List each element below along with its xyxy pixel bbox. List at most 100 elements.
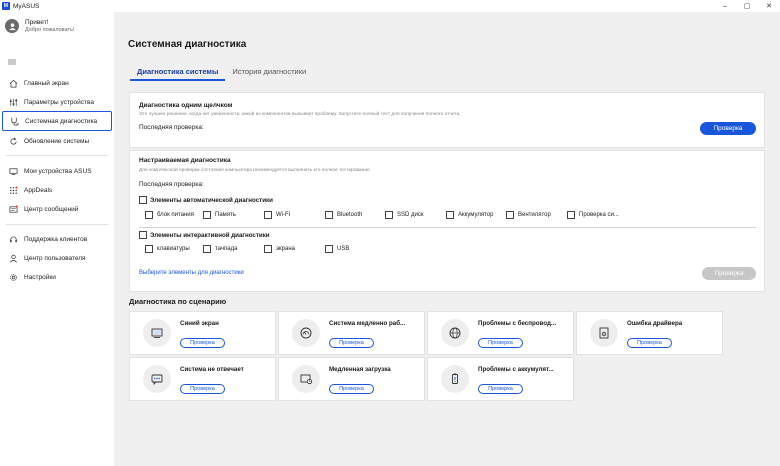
one-click-title: Диагностика одним щелчком: [139, 102, 233, 109]
auto-diagnostics-checkbox[interactable]: [139, 196, 147, 204]
main-content: Системная диагностика Диагностика систем…: [114, 12, 780, 466]
check-usb[interactable]: USB: [325, 245, 349, 253]
checkbox[interactable]: [264, 211, 272, 219]
checkbox[interactable]: [145, 211, 153, 219]
auto-diagnostics-section[interactable]: Элементы автоматической диагностики: [139, 196, 273, 204]
section-divider: [139, 227, 756, 228]
select-items-link[interactable]: Выберите элементы для диагностики: [139, 270, 244, 276]
scenario-check-button[interactable]: Проверка: [180, 338, 225, 348]
check-bluetooth[interactable]: Bluetooth: [325, 211, 362, 219]
message-icon: [8, 204, 18, 214]
check-ssd[interactable]: SSD диск: [385, 211, 423, 219]
checkbox[interactable]: [506, 211, 514, 219]
scenario-name: Проблемы с аккумулят...: [478, 366, 554, 373]
sidebar-item-home[interactable]: Главный экран: [2, 74, 112, 92]
sidebar-divider: [6, 224, 108, 225]
sidebar-item-my-devices[interactable]: Мои устройства ASUS: [2, 162, 112, 180]
checkbox[interactable]: [446, 211, 454, 219]
sidebar-item-system-diagnostics[interactable]: Системная диагностика: [2, 111, 112, 131]
headset-icon: [8, 234, 18, 244]
sidebar-divider: [6, 155, 108, 156]
checkbox[interactable]: [145, 245, 153, 253]
sidebar-item-label: Обновление системы: [24, 137, 90, 145]
check-wifi[interactable]: Wi-Fi: [264, 211, 290, 219]
check-label: Память: [215, 212, 236, 218]
sidebar: Привет! Добро пожаловать! Главный экран …: [0, 12, 114, 466]
driver-gear-icon: [590, 319, 618, 347]
checkbox[interactable]: [325, 245, 333, 253]
greeting-text: Привет!: [25, 19, 49, 26]
check-touchpad[interactable]: тачпада: [203, 245, 237, 253]
check-label: Проверка си...: [579, 212, 619, 218]
checkbox[interactable]: [325, 211, 333, 219]
checkbox[interactable]: [567, 211, 575, 219]
sidebar-item-settings[interactable]: Настройки: [2, 268, 112, 286]
title-bar: M MyASUS – ▢ ✕: [0, 0, 780, 12]
checkbox[interactable]: [203, 245, 211, 253]
maximize-button[interactable]: ▢: [736, 0, 758, 12]
sidebar-item-label: Настройки: [24, 273, 56, 281]
scenario-name: Ошибка драйвера: [627, 320, 683, 327]
scenario-card-blue-screen: Синий экран Проверка: [129, 311, 276, 355]
checkbox[interactable]: [385, 211, 393, 219]
check-label: блок питания: [157, 212, 194, 218]
window-controls: – ▢ ✕: [714, 0, 780, 12]
checkbox[interactable]: [203, 211, 211, 219]
interactive-diagnostics-section[interactable]: Элементы интерактивной диагностики: [139, 231, 270, 239]
page-title: Системная диагностика: [128, 39, 247, 50]
check-screen[interactable]: экрана: [264, 245, 295, 253]
check-label: тачпада: [215, 246, 238, 252]
refresh-icon: [8, 136, 18, 146]
minimize-button[interactable]: –: [714, 0, 736, 12]
checkbox[interactable]: [264, 245, 272, 253]
one-click-check-button[interactable]: Проверка: [700, 122, 756, 135]
sidebar-item-label: Мои устройства ASUS: [24, 167, 92, 175]
check-fan[interactable]: Вентилятор: [506, 211, 551, 219]
scenario-card-not-responding: Система не отвечает Проверка: [129, 357, 276, 401]
check-battery[interactable]: Аккумулятор: [446, 211, 493, 219]
custom-diagnostics-title: Настраиваемая диагностика: [139, 157, 231, 164]
close-button[interactable]: ✕: [758, 0, 780, 12]
check-label: Wi-Fi: [276, 212, 290, 218]
hamburger-menu-icon[interactable]: [8, 58, 16, 66]
devices-icon: [8, 166, 18, 176]
check-label: Вентилятор: [518, 212, 551, 218]
scenario-check-button[interactable]: Проверка: [478, 384, 523, 394]
sidebar-item-system-update[interactable]: Обновление системы: [2, 132, 112, 150]
settings-sliders-icon: [8, 97, 18, 107]
screen-clock-icon: [292, 365, 320, 393]
sidebar-item-message-center[interactable]: Центр сообщений: [2, 200, 112, 218]
sidebar-item-device-settings[interactable]: Параметры устройства: [2, 93, 112, 111]
check-label: USB: [337, 246, 350, 252]
interactive-diagnostics-checkbox[interactable]: [139, 231, 147, 239]
scenario-card-slow-system: Система медленно раб... Проверка: [278, 311, 425, 355]
user-profile[interactable]: Привет! Добро пожаловать!: [5, 19, 74, 33]
scenario-check-button[interactable]: Проверка: [478, 338, 523, 348]
home-icon: [8, 78, 18, 88]
interactive-diagnostics-label: Элементы интерактивной диагностики: [150, 231, 270, 239]
check-system[interactable]: Проверка си...: [567, 211, 619, 219]
tab-system-diagnostics[interactable]: Диагностика системы: [130, 67, 226, 81]
sidebar-item-label: Центр пользователя: [24, 254, 86, 262]
sidebar-item-label: AppDeals: [24, 186, 53, 194]
scenario-check-button[interactable]: Проверка: [627, 338, 672, 348]
scenario-name: Синий экран: [180, 320, 219, 327]
scenario-card-slow-boot: Медленная загрузка Проверка: [278, 357, 425, 401]
check-memory[interactable]: Память: [203, 211, 236, 219]
sidebar-item-label: Параметры устройства: [24, 98, 94, 106]
sidebar-item-customer-support[interactable]: Поддержка клиентов: [2, 230, 112, 248]
scenario-card-driver-error: Ошибка драйвера Проверка: [576, 311, 723, 355]
sidebar-item-appdeals[interactable]: AppDeals: [2, 181, 112, 199]
check-label: Bluetooth: [337, 212, 363, 218]
scenario-check-button[interactable]: Проверка: [329, 338, 374, 348]
scenario-name: Система не отвечает: [180, 366, 244, 373]
tab-diagnostics-history[interactable]: История диагностики: [225, 67, 313, 81]
custom-diagnostics-description: Для комплексной проверки состояния компь…: [139, 168, 371, 173]
scenario-check-button[interactable]: Проверка: [180, 384, 225, 394]
scenarios-title: Диагностика по сценарию: [129, 297, 227, 306]
scenario-check-button[interactable]: Проверка: [329, 384, 374, 394]
check-power-supply[interactable]: блок питания: [145, 211, 194, 219]
check-keyboard[interactable]: клавиатуры: [145, 245, 190, 253]
sidebar-item-user-center[interactable]: Центр пользователя: [2, 249, 112, 267]
scenario-name: Система медленно раб...: [329, 320, 406, 327]
